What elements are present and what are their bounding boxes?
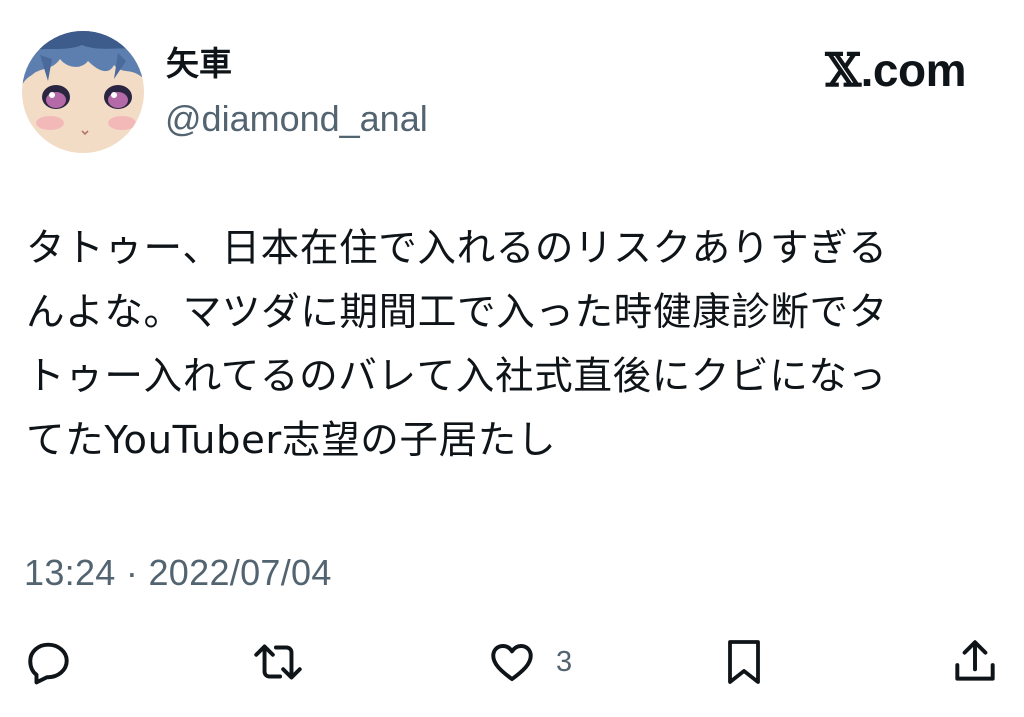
x-logo-icon: 𝕏 <box>825 43 861 97</box>
display-name[interactable]: 矢車 <box>166 44 232 84</box>
avatar-image <box>22 31 144 153</box>
tweet-line: トゥー入れてるのバレて入社式直後にクビになっ <box>26 354 887 399</box>
tweet-line: タトゥー、日本在住で入れるのリスクありすぎる <box>26 226 888 271</box>
bookmark-icon <box>728 640 760 684</box>
share-icon <box>955 640 995 681</box>
bookmark-button[interactable] <box>720 636 768 688</box>
like-count: 3 <box>556 645 573 678</box>
tweet-timestamp[interactable]: 13:24 · 2022/07/04 <box>24 551 332 595</box>
repost-button[interactable] <box>249 636 307 688</box>
site-domain: .com <box>860 44 967 96</box>
reply-icon <box>28 642 69 685</box>
tweet-text: タトゥー、日本在住で入れるのリスクありすぎる んよな。マツダに期間工で入った時健… <box>26 217 976 473</box>
tweet-line: てたYouTuber志望の子居たし <box>26 418 557 463</box>
site-label: 𝕏.com <box>825 44 966 96</box>
user-handle[interactable]: @diamond_anal <box>165 97 428 141</box>
avatar[interactable] <box>22 31 144 153</box>
reply-button[interactable] <box>24 636 74 688</box>
like-button[interactable]: 3 <box>486 636 572 688</box>
tweet-line: んよな。マツダに期間工で入った時健康診断でタ <box>26 290 888 335</box>
repost-icon <box>254 644 302 680</box>
share-button[interactable] <box>950 636 1000 688</box>
heart-icon <box>491 643 533 682</box>
